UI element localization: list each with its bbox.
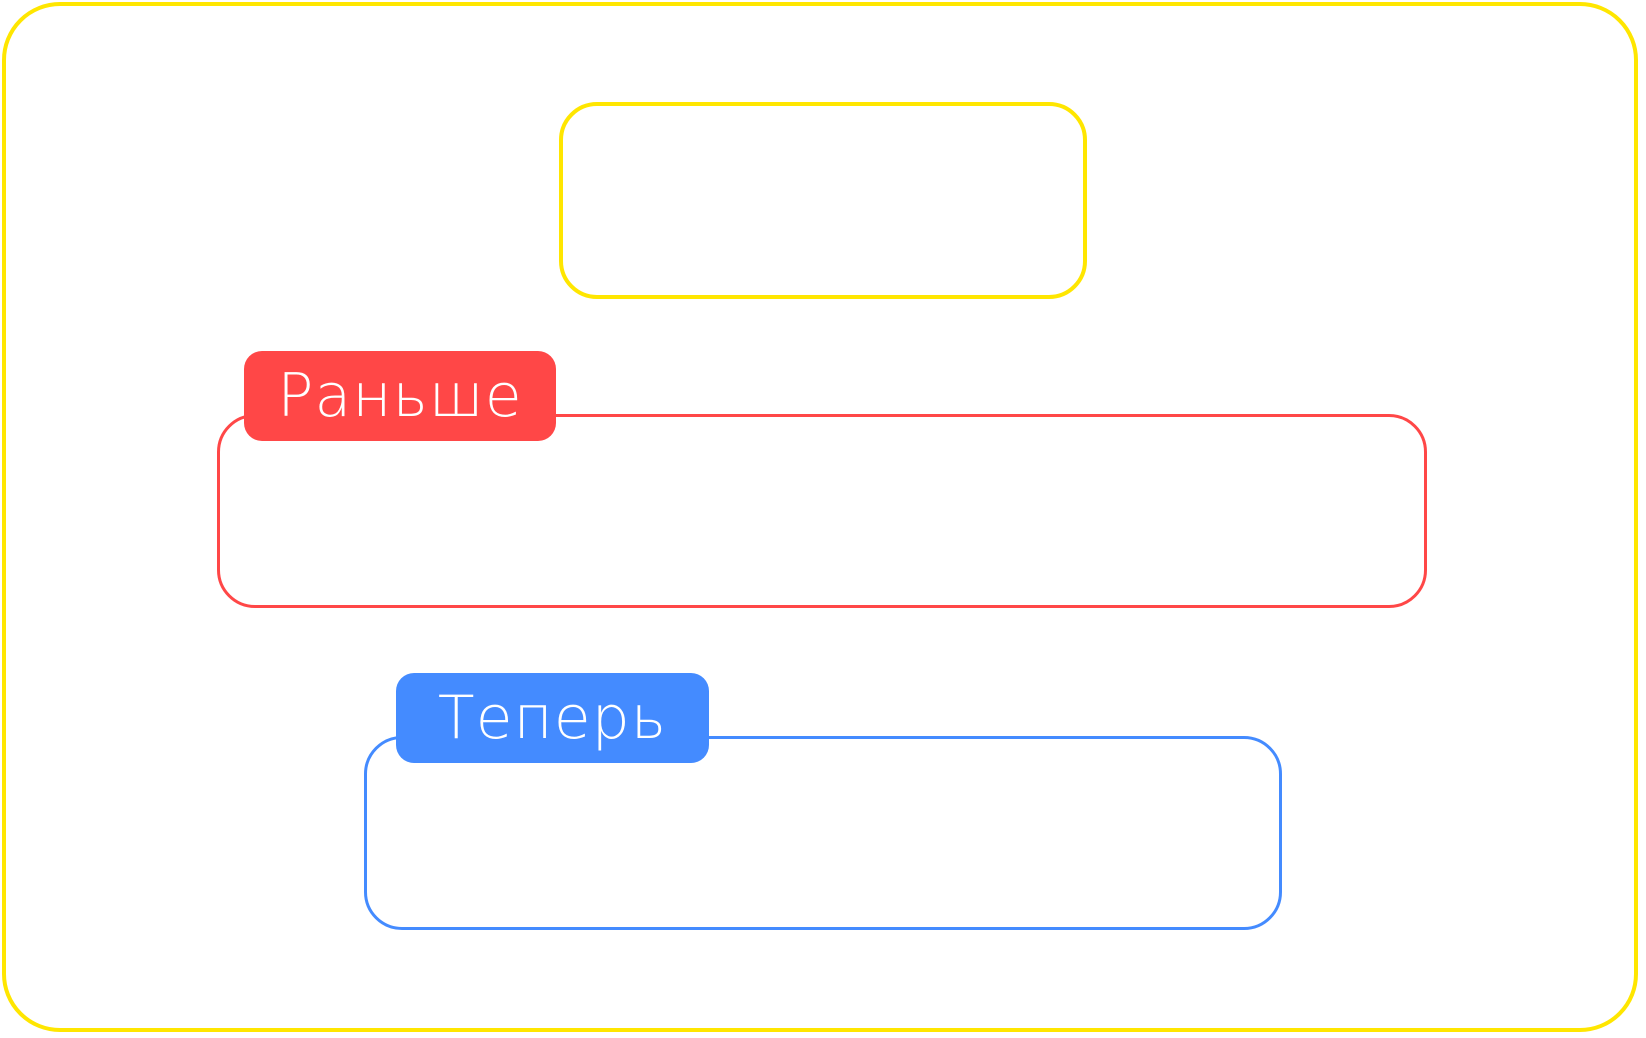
before-tag: Раньше xyxy=(244,351,556,441)
top-box xyxy=(559,102,1087,299)
now-tag-label: Теперь xyxy=(437,683,668,753)
now-panel xyxy=(364,736,1282,930)
before-panel xyxy=(217,414,1427,608)
before-tag-label: Раньше xyxy=(277,361,523,431)
now-tag: Теперь xyxy=(396,673,709,763)
